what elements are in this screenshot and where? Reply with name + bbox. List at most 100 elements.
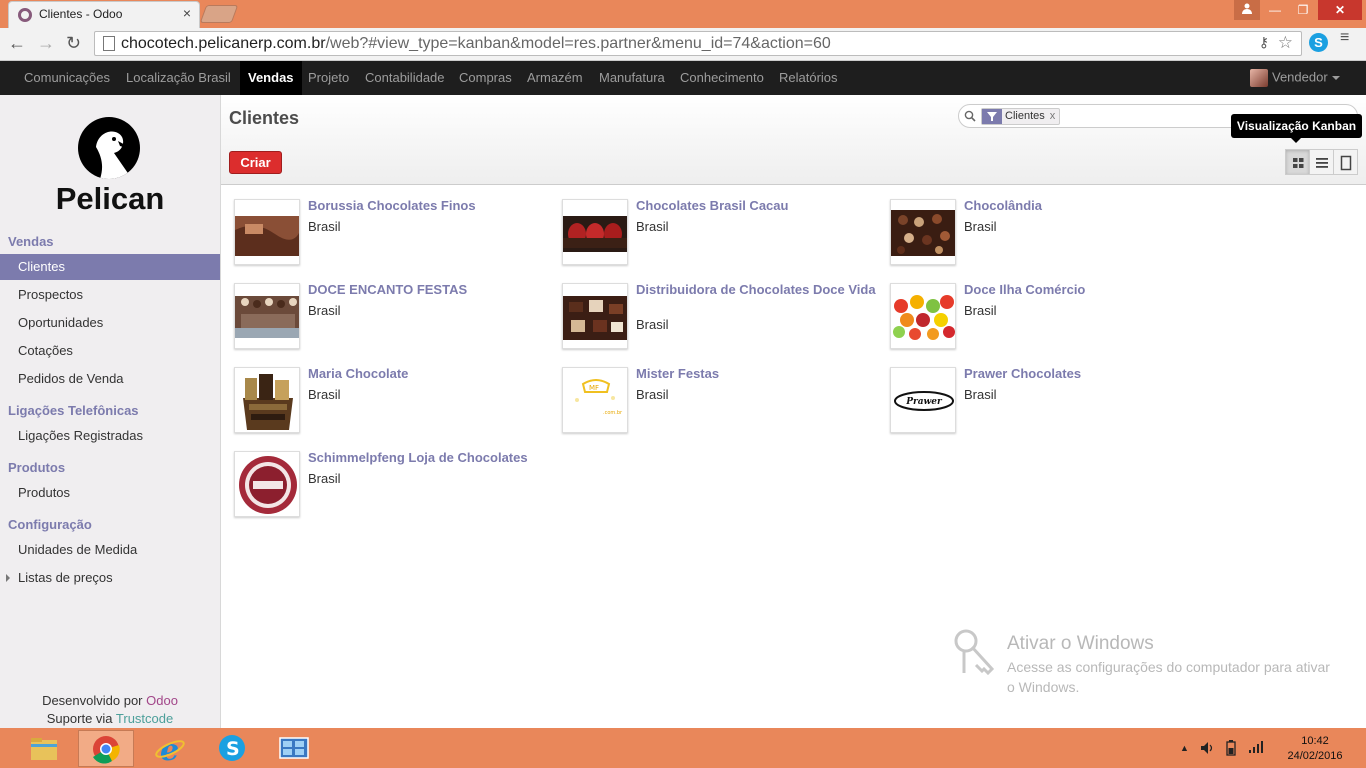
partner-name[interactable]: Distribuidora de Chocolates Doce Vida: [636, 283, 876, 297]
form-view-button[interactable]: [1333, 149, 1358, 175]
partner-name[interactable]: DOCE ENCANTO FESTAS: [308, 283, 548, 297]
folder-icon: [31, 738, 57, 760]
kanban-card[interactable]: Maria Chocolate Brasil: [221, 353, 541, 433]
back-arrow-icon[interactable]: ←: [8, 33, 26, 54]
partner-country: Brasil: [308, 303, 341, 318]
sidebar-item-cotacoes[interactable]: Cotações: [0, 338, 220, 364]
topmenu-localizacao-brasil[interactable]: Localização Brasil: [118, 61, 239, 95]
network-signal-icon[interactable]: [1248, 740, 1264, 754]
kanban-card[interactable]: MF .com.br Mister Festas Brasil: [549, 353, 869, 433]
chrome-taskbar-button[interactable]: [78, 730, 134, 767]
user-menu[interactable]: Vendedor: [1250, 69, 1340, 87]
sidebar-item-produtos[interactable]: Produtos: [0, 480, 220, 506]
chrome-menu-icon[interactable]: ≡: [1340, 30, 1349, 46]
partner-name[interactable]: Prawer Chocolates: [964, 367, 1204, 381]
sidebar-item-clientes[interactable]: Clientes: [0, 254, 220, 280]
section-produtos: Produtos: [8, 460, 66, 475]
facet-remove-icon[interactable]: x: [1050, 110, 1056, 122]
partner-country: Brasil: [964, 303, 997, 318]
topmenu-contabilidade[interactable]: Contabilidade: [357, 61, 453, 95]
topmenu-conhecimento[interactable]: Conhecimento: [672, 61, 772, 95]
partner-name[interactable]: Chocolates Brasil Cacau: [636, 199, 876, 213]
new-tab-button[interactable]: [199, 5, 239, 23]
sidebar-item-oportunidades[interactable]: Oportunidades: [0, 310, 220, 336]
topmenu-manufatura[interactable]: Manufatura: [591, 61, 673, 95]
forward-arrow-icon[interactable]: →: [37, 33, 55, 54]
partner-name[interactable]: Chocolândia: [964, 199, 1204, 213]
kanban-grid-icon: [1293, 158, 1304, 168]
odoo-link[interactable]: Odoo: [146, 693, 178, 708]
logo-text: Pelican: [55, 181, 165, 216]
volume-icon[interactable]: [1200, 741, 1214, 755]
url-text[interactable]: chocotech.pelicanerp.com.br/web?#view_ty…: [121, 35, 831, 53]
bookmark-star-icon[interactable]: ☆: [1278, 33, 1293, 53]
kanban-card[interactable]: Chocolândia Brasil: [877, 185, 1197, 265]
form-icon: [1340, 155, 1352, 171]
control-panel-taskbar-button[interactable]: [266, 730, 322, 767]
partner-country: Brasil: [636, 387, 669, 402]
control-panel: Clientes Criar Clientes x: [221, 95, 1366, 185]
kanban-card[interactable]: Borussia Chocolates Finos Brasil: [221, 185, 541, 265]
topmenu-relatorios[interactable]: Relatórios: [771, 61, 846, 95]
trustcode-link[interactable]: Trustcode: [116, 711, 173, 726]
sidebar-item-unidades-de-medida[interactable]: Unidades de Medida: [0, 537, 220, 563]
address-bar[interactable]: chocotech.pelicanerp.com.br/web?#view_ty…: [94, 31, 1302, 56]
sidebar-item-listas-de-precos[interactable]: Listas de preços: [0, 565, 220, 591]
odoo-top-menu: Comunicações Localização Brasil Vendas P…: [0, 61, 1366, 95]
search-facet[interactable]: Clientes x: [981, 108, 1061, 125]
system-clock[interactable]: 10:42 24/02/2016: [1280, 734, 1350, 764]
view-tooltip: Visualização Kanban: [1231, 114, 1362, 138]
topmenu-comunicacoes[interactable]: Comunicações: [16, 61, 118, 95]
create-button[interactable]: Criar: [229, 151, 282, 174]
partner-name[interactable]: Mister Festas: [636, 367, 876, 381]
partner-country: Brasil: [636, 219, 669, 234]
partner-name[interactable]: Borussia Chocolates Finos: [308, 199, 548, 213]
partner-name[interactable]: Maria Chocolate: [308, 367, 548, 381]
topmenu-compras[interactable]: Compras: [451, 61, 520, 95]
partner-country: Brasil: [964, 219, 997, 234]
kanban-card[interactable]: Schimmelpfeng Loja de Chocolates Brasil: [221, 437, 541, 517]
kanban-card[interactable]: Prawer Prawer Chocolates Brasil: [877, 353, 1197, 433]
kanban-card[interactable]: Distribuidora de Chocolates Doce Vida Br…: [549, 269, 876, 349]
sidebar-item-prospectos[interactable]: Prospectos: [0, 282, 220, 308]
close-window-button[interactable]: ✕: [1318, 0, 1362, 20]
pelican-logo[interactable]: Pelican: [49, 117, 171, 217]
file-explorer-button[interactable]: [16, 730, 72, 767]
url-path: /web?#view_type=kanban&model=res.partner…: [325, 35, 831, 52]
partner-country: Brasil: [636, 317, 669, 332]
topmenu-vendas[interactable]: Vendas: [240, 61, 302, 95]
kanban-card[interactable]: DOCE ENCANTO FESTAS Brasil: [221, 269, 541, 349]
reload-icon[interactable]: ↻: [66, 33, 81, 54]
topmenu-projeto[interactable]: Projeto: [300, 61, 357, 95]
kanban-card[interactable]: Chocolates Brasil Cacau Brasil: [549, 185, 869, 265]
svg-text:e: e: [160, 733, 179, 767]
skype-taskbar-button[interactable]: S: [204, 730, 260, 767]
skype-extension-icon[interactable]: S: [1309, 33, 1328, 52]
partner-name[interactable]: Doce Ilha Comércio: [964, 283, 1204, 297]
tooltip-arrow: [1291, 138, 1301, 143]
user-profile-icon[interactable]: [1234, 0, 1260, 20]
topmenu-armazem[interactable]: Armazém: [519, 61, 591, 95]
browser-tab[interactable]: Clientes - Odoo ×: [8, 1, 200, 28]
kanban-view-button[interactable]: [1285, 149, 1310, 175]
list-view-button[interactable]: [1309, 149, 1334, 175]
internet-explorer-icon: e: [155, 733, 185, 768]
show-hidden-icons-icon[interactable]: ▲: [1180, 743, 1189, 753]
sidebar-item-ligacoes-registradas[interactable]: Ligações Registradas: [0, 423, 220, 449]
partner-name[interactable]: Schimmelpfeng Loja de Chocolates: [308, 451, 548, 465]
minimize-button[interactable]: —: [1262, 0, 1288, 20]
footer-support: Suporte via Trustcode: [0, 711, 220, 726]
tab-close-icon[interactable]: ×: [183, 5, 191, 21]
sidebar-item-pedidos-de-venda[interactable]: Pedidos de Venda: [0, 366, 220, 392]
footer-support-prefix: Suporte via: [46, 711, 116, 726]
partner-image: [562, 199, 628, 265]
sidebar: Pelican Vendas Clientes Prospectos Oport…: [0, 95, 221, 728]
footer-dev-prefix: Desenvolvido por: [42, 693, 147, 708]
sidebar-item-label: Listas de preços: [18, 570, 113, 585]
battery-icon[interactable]: [1224, 740, 1238, 756]
page-title: Clientes: [229, 108, 300, 128]
key-icon[interactable]: ⚷: [1259, 34, 1269, 51]
internet-explorer-button[interactable]: e: [142, 730, 198, 768]
maximize-button[interactable]: ❐: [1290, 0, 1316, 20]
kanban-card[interactable]: Doce Ilha Comércio Brasil: [877, 269, 1197, 349]
